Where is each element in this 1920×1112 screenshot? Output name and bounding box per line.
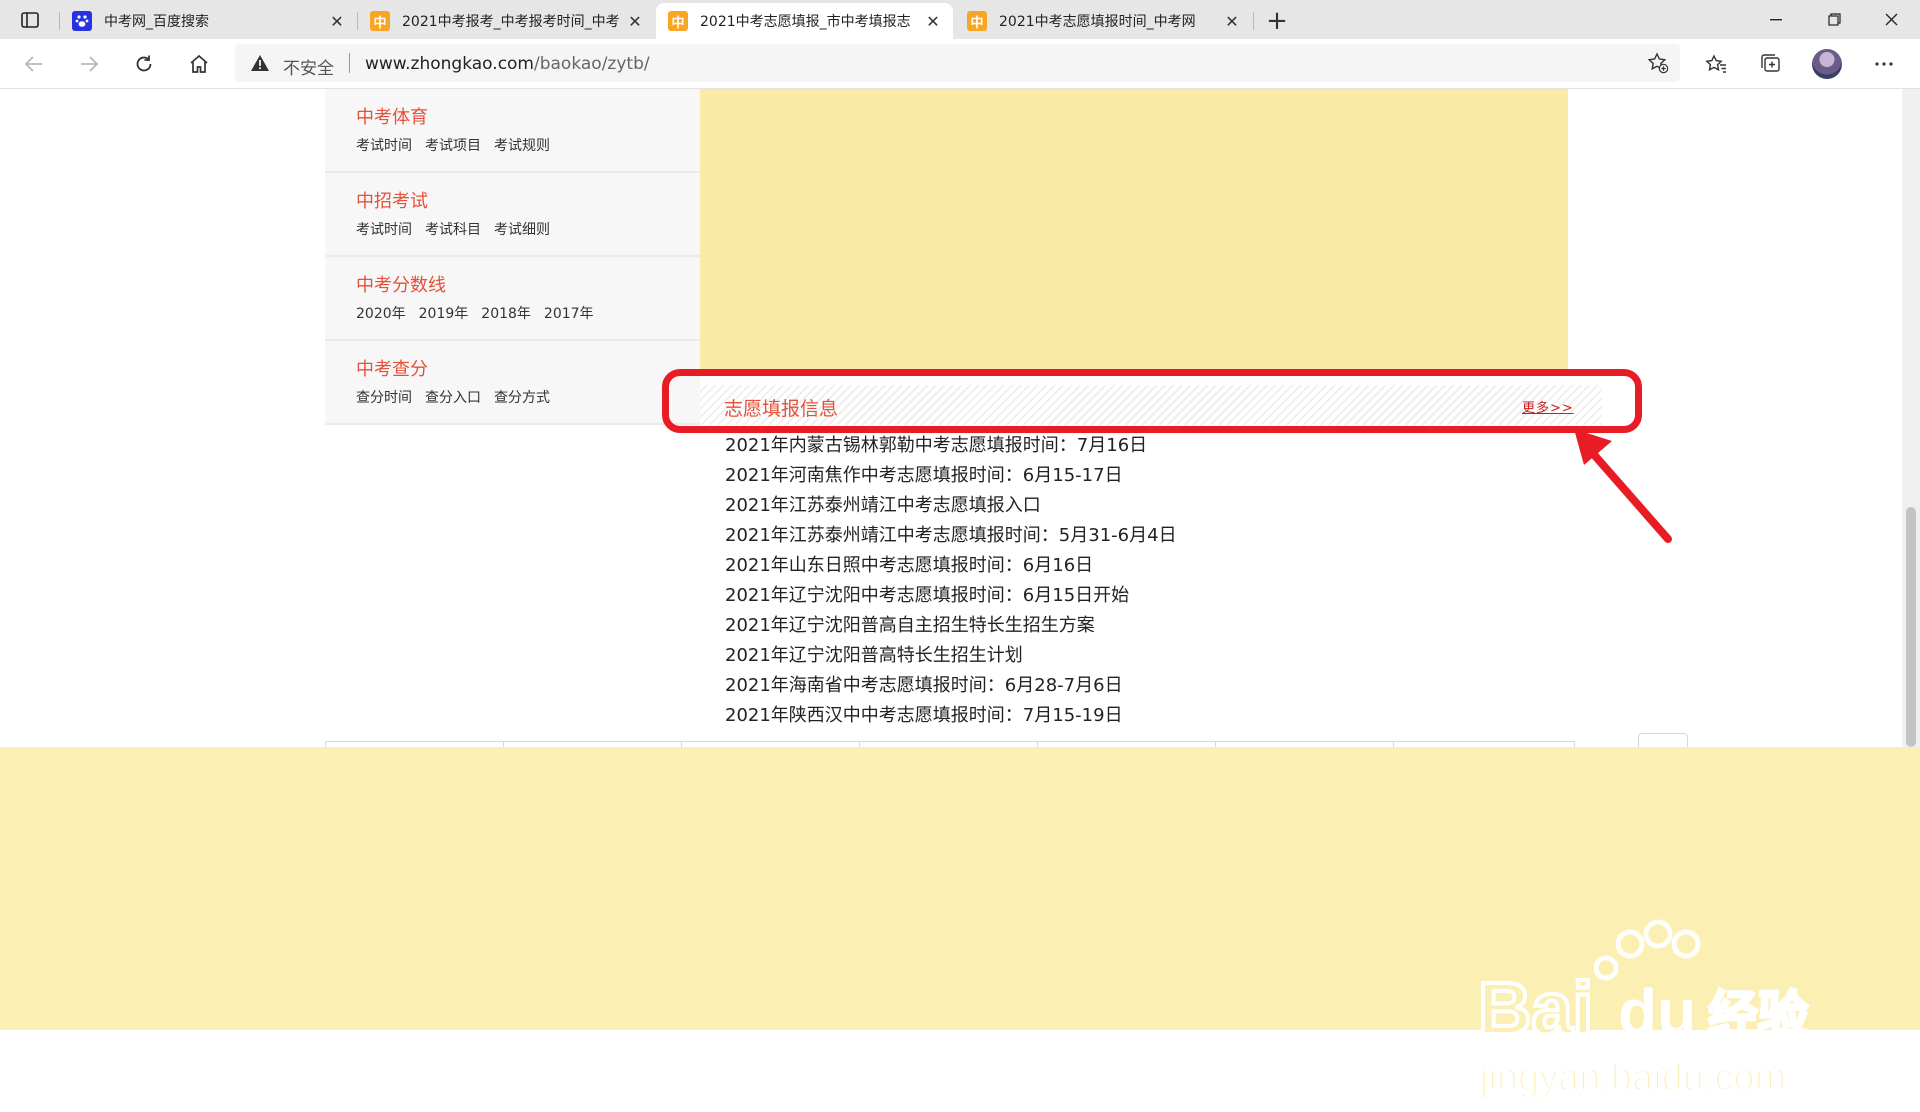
tab-title: 2021中考志愿填报_市中考填报志	[700, 14, 911, 30]
sidebar-item-links: 2020年 2019年 2018年 2017年	[356, 305, 700, 323]
list-item[interactable]: 2021年辽宁沈阳普高自主招生特长生招生方案	[725, 611, 1177, 641]
annotation-highlight-box	[662, 369, 1642, 433]
list-item[interactable]: 2021年河南焦作中考志愿填报时间：6月15-17日	[725, 461, 1177, 491]
page-viewport: 中考体育 考试时间 考试项目 考试规则 中招考试 考试时间 考试科目 考试细则 中考分数…	[0, 89, 1920, 1100]
sidebar-item-score-line: 中考分数线 2020年 2019年 2018年 2017年	[325, 257, 700, 341]
sidebar-link[interactable]: 考试规则	[494, 138, 550, 154]
tab-close-icon[interactable]: ✕	[327, 12, 347, 31]
scrollbar-thumb[interactable]	[1906, 507, 1916, 747]
sidebar-item-sports-exam: 中考体育 考试时间 考试项目 考试规则	[325, 89, 700, 173]
zhongkao-icon: 中	[370, 11, 390, 31]
annotation-arrow-icon	[1574, 429, 1672, 543]
sidebar-link[interactable]: 查分方式	[494, 390, 550, 406]
list-item[interactable]: 2021年江苏泰州靖江中考志愿填报时间：5月31-6月4日	[725, 521, 1177, 551]
profile-avatar[interactable]	[1812, 49, 1842, 79]
tab-zhongkao-baokao[interactable]: 中 2021中考报考_中考报考时间_中考 ✕	[358, 3, 655, 39]
restore-icon[interactable]	[1805, 0, 1863, 39]
tab-strip: 中考网_百度搜索 ✕ 中 2021中考报考_中考报考时间_中考 ✕ 中 2021…	[0, 0, 1920, 39]
watermark-brand: Bai	[1478, 967, 1593, 1050]
list-item[interactable]: 2021年陕西汉中中考志愿填报时间：7月15-19日	[725, 701, 1177, 731]
sidebar-link[interactable]: 考试时间	[356, 222, 412, 238]
list-item[interactable]: 2021年山东日照中考志愿填报时间：6月16日	[725, 551, 1177, 581]
sidebar-item-enrollment-exam: 中招考试 考试时间 考试科目 考试细则	[325, 173, 700, 257]
sidebar-link[interactable]: 查分入口	[425, 390, 481, 406]
security-status[interactable]: 不安全	[283, 54, 334, 79]
sidebar-link[interactable]: 2020年	[356, 306, 406, 322]
sidebar-link[interactable]: 考试时间	[356, 138, 412, 154]
news-list: 2021年内蒙古锡林郭勒中考志愿填报时间：7月16日 2021年河南焦作中考志愿…	[725, 431, 1177, 731]
sidebar-item-links: 查分时间 查分入口 查分方式	[356, 389, 700, 407]
watermark-brand-suffix: du	[1618, 976, 1696, 1048]
page-scrollbar[interactable]	[1902, 89, 1920, 747]
tab-close-icon[interactable]: ✕	[1222, 12, 1242, 31]
browser-toolbar: 不安全 www.zhongkao.com/baokao/zytb/	[0, 39, 1920, 89]
list-item[interactable]: 2021年江苏泰州靖江中考志愿填报入口	[725, 491, 1177, 521]
zhongkao-icon: 中	[967, 11, 987, 31]
more-menu-icon[interactable]	[1868, 48, 1900, 80]
watermark-url: jingyan.baidu.com	[1479, 1057, 1786, 1099]
sidebar-link[interactable]: 考试细则	[494, 222, 550, 238]
watermark-label: 经验	[1708, 986, 1808, 1044]
url-text[interactable]: www.zhongkao.com/baokao/zytb/	[365, 54, 650, 74]
list-item[interactable]: 2021年内蒙古锡林郭勒中考志愿填报时间：7月16日	[725, 431, 1177, 461]
forward-arrow-icon[interactable]	[73, 48, 105, 80]
tab-close-icon[interactable]: ✕	[625, 12, 645, 31]
sidebar-link[interactable]: 2019年	[419, 306, 469, 322]
refresh-icon[interactable]	[128, 48, 160, 80]
baidu-paw-icon	[72, 11, 92, 31]
url-path: /baokao/zytb/	[534, 54, 650, 74]
address-divider	[349, 53, 350, 73]
url-host: www.zhongkao.com	[365, 54, 534, 74]
favorites-icon[interactable]	[1700, 48, 1732, 80]
tab-baidu-search[interactable]: 中考网_百度搜索 ✕	[60, 3, 357, 39]
tab-title: 中考网_百度搜索	[104, 14, 209, 30]
tab-title: 2021中考报考_中考报考时间_中考	[402, 14, 620, 30]
address-bar[interactable]: 不安全 www.zhongkao.com/baokao/zytb/	[235, 44, 1680, 82]
tab-title: 2021中考志愿填报时间_中考网	[999, 14, 1196, 30]
window-close-icon[interactable]	[1862, 0, 1920, 39]
add-favorite-star-icon[interactable]	[1646, 51, 1670, 75]
warning-triangle-icon[interactable]	[250, 54, 270, 76]
tab-zhongkao-zytb-active[interactable]: 中 2021中考志愿填报_市中考填报志 ✕	[656, 3, 953, 39]
home-icon[interactable]	[183, 48, 215, 80]
zhongkao-icon: 中	[668, 11, 688, 31]
sidebar-item-links: 考试时间 考试项目 考试规则	[356, 137, 700, 155]
collections-icon[interactable]	[1755, 48, 1787, 80]
back-arrow-icon[interactable]	[18, 48, 50, 80]
tab-actions-menu-icon[interactable]	[12, 7, 48, 33]
baidu-jingyan-watermark-logo: Bai du 经验 jingyan.baidu.com	[1476, 919, 1810, 1100]
sidebar-link[interactable]: 2017年	[544, 306, 594, 322]
sidebar-item-score-query: 中考查分 查分时间 查分入口 查分方式	[325, 341, 700, 425]
list-item[interactable]: 2021年海南省中考志愿填报时间：6月28-7月6日	[725, 671, 1177, 701]
new-tab-plus-icon[interactable]: +	[1262, 6, 1292, 36]
sidebar-link[interactable]: 查分时间	[356, 390, 412, 406]
sidebar-item-title[interactable]: 中考分数线	[356, 275, 700, 297]
list-item[interactable]: 2021年辽宁沈阳普高特长生招生计划	[725, 641, 1177, 671]
sidebar-link[interactable]: 考试项目	[425, 138, 481, 154]
tab-separator	[1253, 12, 1254, 30]
sidebar-link[interactable]: 2018年	[481, 306, 531, 322]
sidebar-nav: 中考体育 考试时间 考试项目 考试规则 中招考试 考试时间 考试科目 考试细则 中考分数…	[325, 89, 700, 425]
watermark-band: Bai du 经验 jingyan.baidu.com	[0, 747, 1920, 1100]
sidebar-item-title[interactable]: 中招考试	[356, 191, 700, 213]
list-item[interactable]: 2021年辽宁沈阳中考志愿填报时间：6月15日开始	[725, 581, 1177, 611]
sidebar-item-title[interactable]: 中考查分	[356, 359, 700, 381]
tab-close-icon[interactable]: ✕	[923, 12, 943, 31]
minimize-icon[interactable]	[1747, 0, 1805, 39]
banner-placeholder	[700, 89, 1568, 369]
tab-zhongkao-time[interactable]: 中 2021中考志愿填报时间_中考网 ✕	[955, 3, 1252, 39]
sidebar-item-links: 考试时间 考试科目 考试细则	[356, 221, 700, 239]
sidebar-link[interactable]: 考试科目	[425, 222, 481, 238]
floating-toolbar-tab[interactable]	[1638, 733, 1688, 748]
sidebar-item-title[interactable]: 中考体育	[356, 107, 700, 129]
